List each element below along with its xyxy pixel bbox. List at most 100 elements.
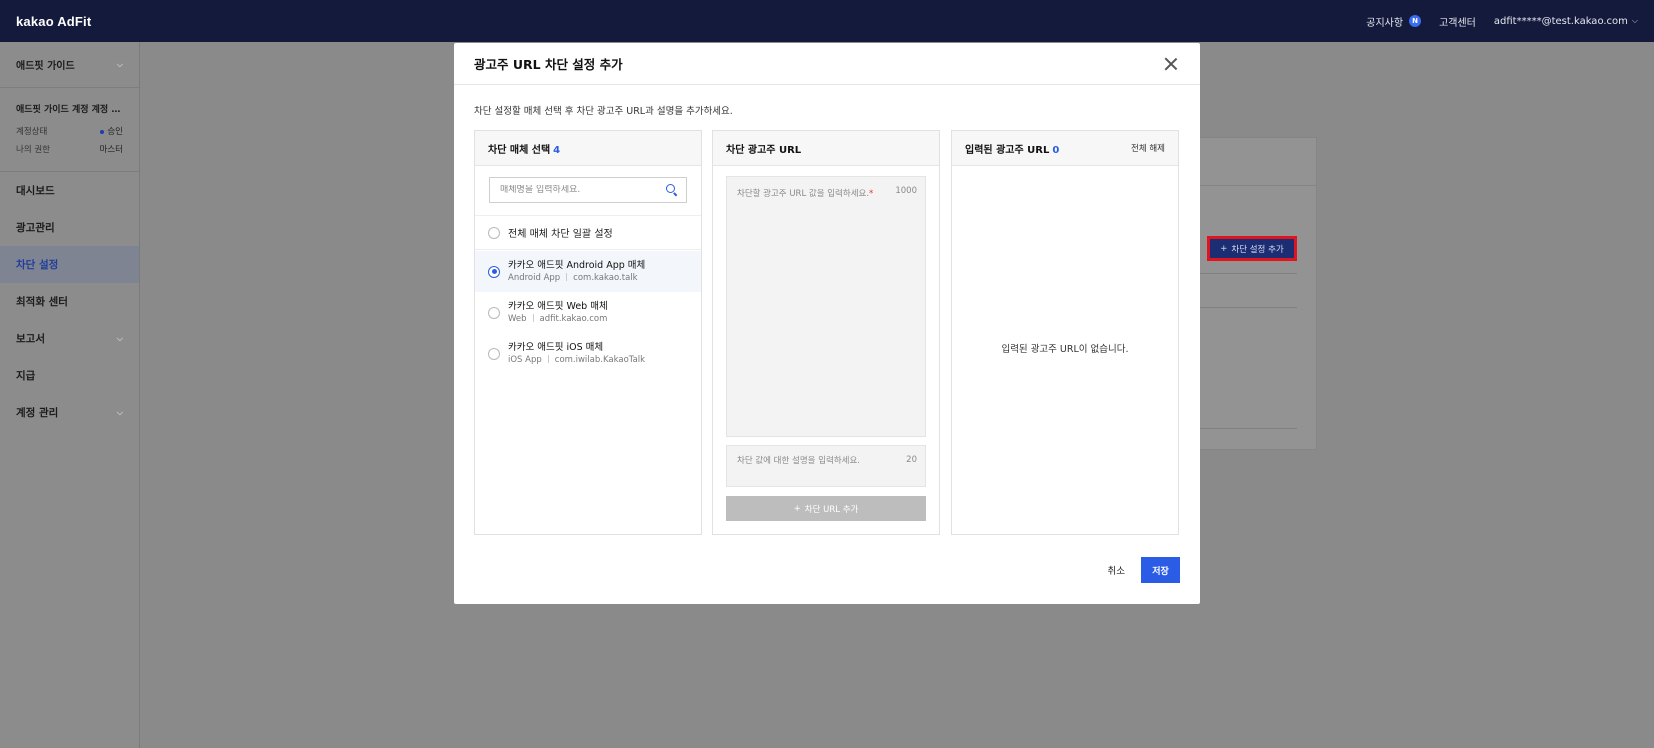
modal-header: 광고주 URL 차단 설정 추가 — [454, 43, 1200, 85]
chevron-down-icon: ⌵ — [116, 407, 123, 417]
modal-footer: 취소 저장 — [1108, 557, 1180, 583]
sidebar-item-label: 최적화 센터 — [16, 296, 68, 308]
account-status-value: 승인 — [100, 125, 123, 137]
block-url-title: 차단 광고주 URL — [726, 144, 802, 156]
media-sub: iOS App com.iwilab.KakaoTalk — [508, 354, 645, 367]
media-info: 카카오 애드핏 Android App 매체 Android App com.ka… — [508, 259, 645, 285]
url-char-limit: 1000 — [895, 186, 917, 196]
add-block-setting-button[interactable]: + 차단 설정 추가 — [1207, 236, 1297, 261]
entered-url-panel: 입력된 광고주 URL 0 전체 해제 입력된 광고주 URL이 없습니다. — [951, 130, 1179, 535]
sidebar-item-reports[interactable]: 보고서 ⌵ — [0, 320, 139, 357]
description-placeholder: 차단 값에 대한 설명을 입력하세요. — [737, 456, 860, 466]
media-name: 카카오 애드핏 iOS 매체 — [508, 341, 604, 353]
account-role-label: 나의 권한 — [16, 145, 50, 155]
block-url-panel: 차단 광고주 URL 차단할 광고주 URL 값을 입력하세요.* 1000 차… — [712, 130, 940, 535]
background-divider — [1195, 307, 1297, 308]
account-role-row: 나의 권한 마스터 — [16, 143, 123, 155]
url-placeholder: 차단할 광고주 URL 값을 입력하세요.* — [737, 189, 873, 199]
media-sub: Android App com.kakao.talk — [508, 272, 645, 285]
media-item-ios[interactable]: 카카오 애드핏 iOS 매체 iOS App com.iwilab.KakaoTa… — [475, 333, 701, 374]
kakao-adfit-logo[interactable]: kakao AdFit — [16, 14, 91, 29]
background-divider — [1195, 273, 1297, 274]
plus-icon: + — [1220, 243, 1228, 254]
sidebar-item-dashboard[interactable]: 대시보드 — [0, 172, 139, 209]
sidebar-item-ad-management[interactable]: 광고관리 — [0, 209, 139, 246]
add-url-block-modal: 광고주 URL 차단 설정 추가 차단 설정할 매체 선택 후 차단 광고주 U… — [454, 43, 1200, 604]
sidebar: 애드핏 가이드 ⌵ 애드핏 가이드 계정 계정 설... 계정상태 승인 나의 … — [0, 42, 140, 748]
all-media-block-option[interactable]: 전체 매체 차단 일괄 설정 — [475, 215, 701, 250]
sidebar-item-label: 계정 관리 — [16, 407, 59, 419]
required-mark: * — [869, 189, 874, 199]
media-type: Android App — [508, 272, 561, 283]
sidebar-item-label: 지급 — [16, 370, 36, 382]
media-id: adfit.kakao.com — [539, 313, 608, 324]
add-block-url-label: 차단 URL 추가 — [804, 504, 859, 515]
media-radio-web[interactable] — [488, 306, 500, 319]
description-textarea[interactable]: 차단 값에 대한 설명을 입력하세요. 20 — [726, 445, 926, 487]
sidebar-guide[interactable]: 애드핏 가이드 ⌵ — [0, 42, 139, 88]
media-select-header: 차단 매체 선택 4 — [475, 131, 701, 166]
sidebar-item-label: 차단 설정 — [16, 259, 59, 271]
separator — [532, 314, 534, 322]
top-header: kakao AdFit 공지사항 N 고객센터 adfit*****@test.… — [0, 0, 1654, 42]
search-icon[interactable] — [666, 184, 678, 196]
entered-url-title-text: 입력된 광고주 URL — [965, 144, 1050, 156]
description-char-limit: 20 — [906, 455, 917, 465]
media-sub: Web adfit.kakao.com — [508, 313, 608, 326]
sidebar-account-info: 애드핏 가이드 계정 계정 설... 계정상태 승인 나의 권한 마스터 — [0, 88, 139, 172]
media-radio-android[interactable] — [488, 265, 500, 278]
all-media-label: 전체 매체 차단 일괄 설정 — [508, 229, 613, 240]
separator — [566, 273, 568, 281]
sidebar-item-label: 광고관리 — [16, 222, 55, 234]
media-item-android[interactable]: 카카오 애드핏 Android App 매체 Android App com.ka… — [475, 251, 701, 292]
block-url-header: 차단 광고주 URL — [713, 131, 939, 166]
media-info: 카카오 애드핏 iOS 매체 iOS App com.iwilab.KakaoTa… — [508, 341, 645, 367]
media-search-input[interactable] — [500, 185, 666, 195]
support-link[interactable]: 고객센터 — [1439, 14, 1476, 29]
media-type: iOS App — [508, 354, 542, 365]
add-block-url-button[interactable]: + 차단 URL 추가 — [726, 496, 926, 521]
url-textarea[interactable]: 차단할 광고주 URL 값을 입력하세요.* 1000 — [726, 176, 926, 437]
media-list: 카카오 애드핏 Android App 매체 Android App com.ka… — [475, 251, 701, 374]
media-id: com.iwilab.KakaoTalk — [554, 354, 646, 365]
chevron-down-icon: ⌵ — [116, 333, 123, 343]
sidebar-item-optimization-center[interactable]: 최적화 센터 — [0, 283, 139, 320]
account-email: adfit*****@test.kakao.com — [1493, 15, 1628, 27]
entered-url-count: 0 — [1052, 144, 1060, 156]
all-media-radio[interactable] — [488, 226, 500, 239]
sidebar-item-label: 보고서 — [16, 333, 45, 345]
sidebar-item-label: 대시보드 — [16, 185, 55, 197]
add-block-setting-label: 차단 설정 추가 — [1231, 244, 1284, 255]
notice-link[interactable]: 공지사항 N — [1366, 14, 1422, 29]
entered-url-title: 입력된 광고주 URL 0 — [965, 141, 1059, 156]
release-all-button[interactable]: 전체 해제 — [1131, 142, 1165, 154]
account-role-value: 마스터 — [99, 145, 123, 155]
media-id: com.kakao.talk — [573, 272, 638, 283]
sidebar-item-payment[interactable]: 지급 — [0, 357, 139, 394]
sidebar-item-account-management[interactable]: 계정 관리 ⌵ — [0, 394, 139, 431]
sidebar-item-block-settings[interactable]: 차단 설정 — [0, 246, 139, 283]
account-menu[interactable]: adfit*****@test.kakao.com ⌵ — [1494, 16, 1638, 27]
modal-description: 차단 설정할 매체 선택 후 차단 광고주 URL과 설명을 추가하세요. — [474, 106, 733, 117]
cancel-button[interactable]: 취소 — [1108, 563, 1125, 577]
media-select-title-text: 차단 매체 선택 — [488, 144, 551, 156]
media-info: 카카오 애드핏 Web 매체 Web adfit.kakao.com — [508, 300, 608, 326]
modal-title: 광고주 URL 차단 설정 추가 — [474, 57, 623, 72]
account-name[interactable]: 애드핏 가이드 계정 계정 설... — [16, 102, 123, 115]
chevron-down-icon: ⌵ — [1631, 16, 1638, 25]
media-count: 4 — [553, 144, 561, 156]
account-status-row: 계정상태 승인 — [16, 125, 123, 137]
entered-url-header: 입력된 광고주 URL 0 전체 해제 — [952, 131, 1178, 166]
close-icon[interactable] — [1162, 55, 1180, 73]
separator — [547, 355, 549, 363]
empty-state-message: 입력된 광고주 URL이 없습니다. — [1001, 344, 1129, 355]
media-search-box — [489, 177, 687, 203]
chevron-down-icon: ⌵ — [116, 59, 123, 69]
media-name: 카카오 애드핏 Android App 매체 — [508, 259, 646, 271]
save-button[interactable]: 저장 — [1141, 557, 1180, 583]
media-radio-ios[interactable] — [488, 347, 500, 360]
account-status-label: 계정상태 — [16, 127, 48, 137]
media-type: Web — [508, 313, 527, 324]
media-item-web[interactable]: 카카오 애드핏 Web 매체 Web adfit.kakao.com — [475, 292, 701, 333]
status-dot-icon — [100, 129, 105, 134]
